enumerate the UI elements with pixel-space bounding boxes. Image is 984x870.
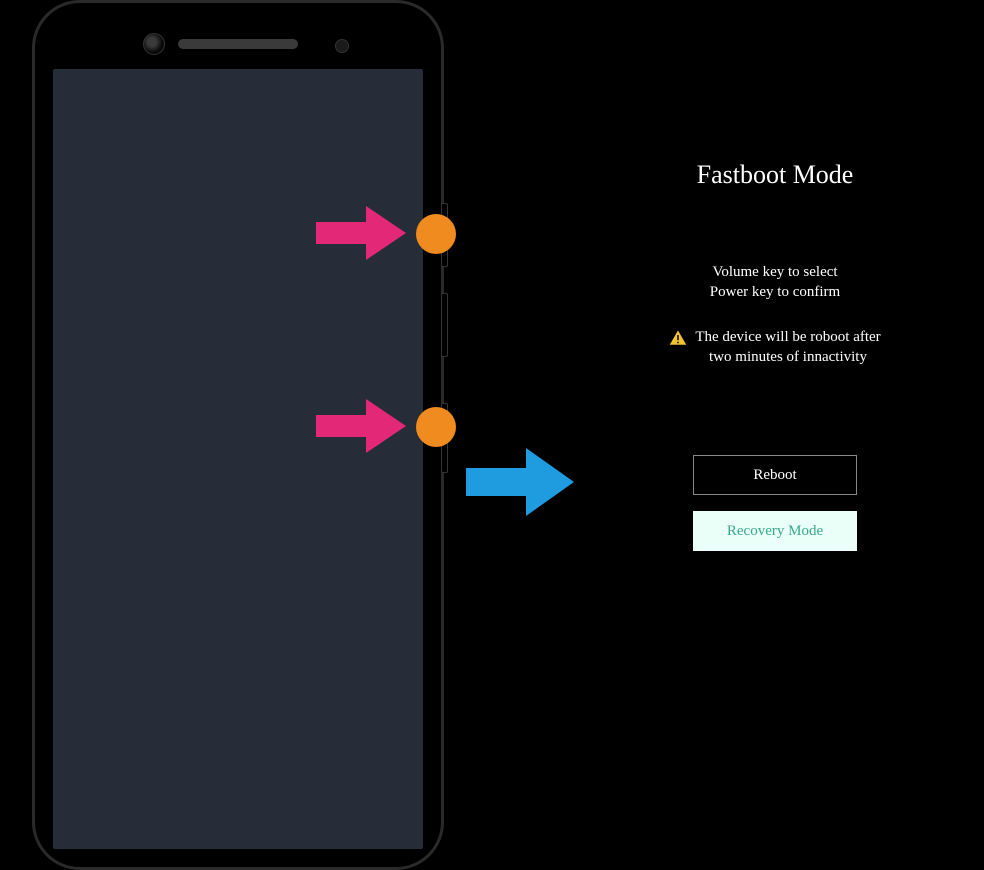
button-press-marker [416, 407, 456, 447]
recovery-mode-button[interactable]: Recovery Mode [693, 511, 857, 551]
warning-line-2: two minutes of innactivity [709, 349, 867, 365]
recovery-button-label: Recovery Mode [727, 523, 823, 540]
fastboot-warning: The device will be roboot after two minu… [610, 327, 940, 368]
phone-bezel-top [35, 3, 441, 69]
warning-line-1: The device will be roboot after [695, 329, 880, 345]
warning-triangle-icon [669, 329, 687, 347]
fastboot-instructions: Volume key to select Power key to confir… [610, 262, 940, 303]
phone-screen [53, 69, 423, 849]
reboot-button[interactable]: Reboot [693, 455, 857, 495]
phone-mockup [32, 0, 444, 870]
front-camera-icon [143, 33, 165, 55]
volume-down-button [441, 293, 448, 357]
earpiece-speaker-icon [178, 39, 298, 49]
instruction-line-1: Volume key to select [610, 262, 940, 282]
leads-to-arrow-icon [466, 448, 574, 516]
proximity-sensor-icon [335, 39, 349, 53]
fastboot-panel: Fastboot Mode Volume key to select Power… [610, 160, 940, 567]
instruction-line-2: Power key to confirm [610, 282, 940, 302]
reboot-button-label: Reboot [753, 467, 796, 484]
button-press-marker [416, 214, 456, 254]
fastboot-title: Fastboot Mode [610, 160, 940, 190]
warning-text: The device will be roboot after two minu… [695, 327, 880, 368]
